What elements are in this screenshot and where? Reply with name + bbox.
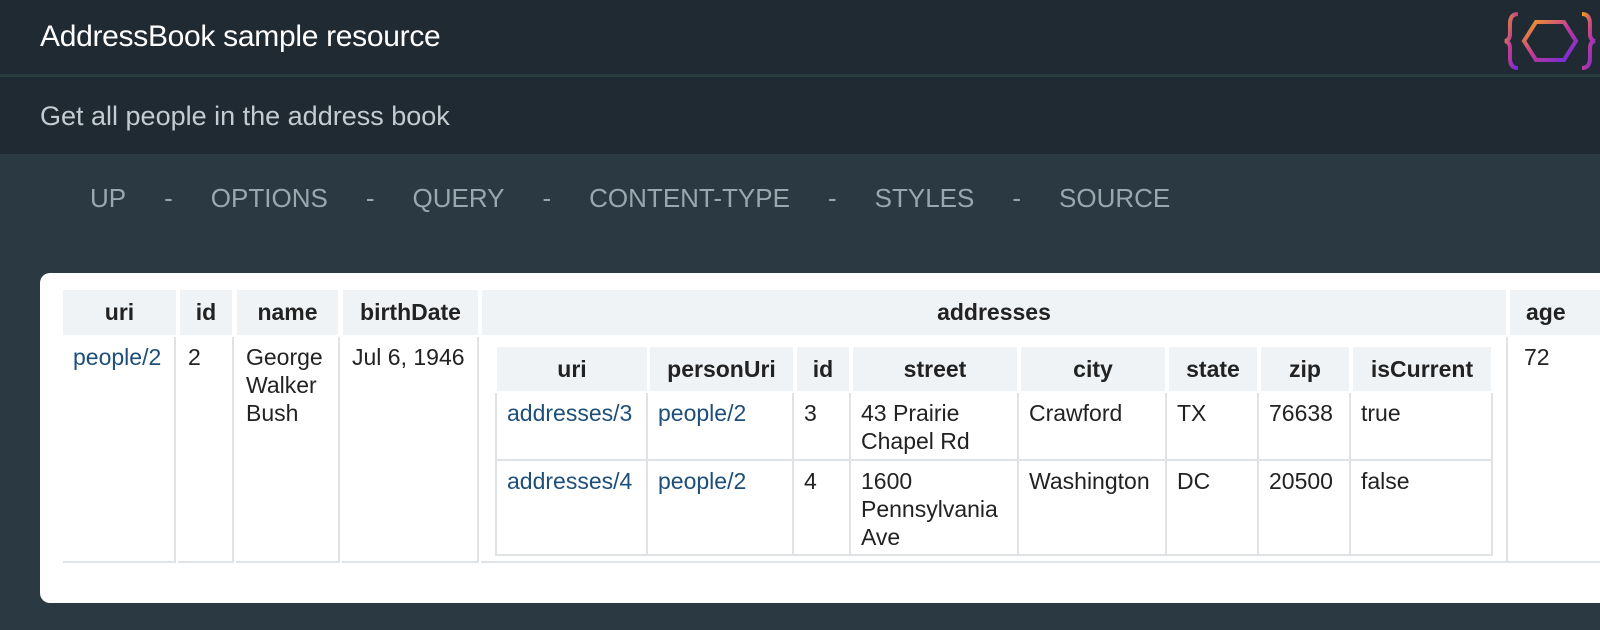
- column-header-age: age: [1510, 290, 1600, 335]
- address-city: Crawford: [1029, 400, 1123, 426]
- address-column-header-state: state: [1169, 347, 1257, 391]
- address-uri-link[interactable]: addresses/3: [507, 400, 632, 426]
- nav-separator: -: [542, 182, 552, 213]
- sub-header: Get all people in the address book: [0, 77, 1600, 154]
- address-city: Washington: [1029, 468, 1150, 494]
- address-id: 4: [804, 468, 817, 494]
- address-street: 1600 Pennsylvania Ave: [861, 468, 998, 550]
- nav-options-link[interactable]: OPTIONS: [211, 183, 328, 214]
- column-header-name: name: [237, 290, 338, 335]
- table-row-cell-age: 72: [1508, 337, 1600, 563]
- address-row-2-zip: 20500: [1259, 461, 1351, 556]
- address-row-2-id: 4: [794, 461, 851, 556]
- results-card: uri id name birthDate addresses age peop…: [40, 273, 1600, 603]
- address-row-1-city: Crawford: [1019, 393, 1167, 461]
- address-row-1-iscurrent: true: [1351, 393, 1493, 461]
- address-zip: 76638: [1269, 400, 1333, 426]
- nav-separator: -: [365, 182, 375, 213]
- column-header-uri: uri: [63, 290, 176, 335]
- person-id: 2: [188, 344, 201, 370]
- address-column-header-uri: uri: [497, 347, 647, 391]
- address-id: 3: [804, 400, 817, 426]
- column-header-id: id: [180, 290, 232, 335]
- address-row-2-state: DC: [1167, 461, 1259, 556]
- nav-separator: -: [164, 182, 173, 213]
- address-row-1-uri: addresses/3: [495, 393, 648, 461]
- address-column-header-street: street: [853, 347, 1017, 391]
- column-header-birthdate: birthDate: [343, 290, 478, 335]
- nav-source-link[interactable]: SOURCE: [1059, 183, 1170, 214]
- address-iscurrent: false: [1361, 468, 1410, 494]
- person-age: 72: [1524, 344, 1550, 370]
- address-row-1-personuri: people/2: [648, 393, 794, 461]
- address-row-1-zip: 76638: [1259, 393, 1351, 461]
- nav-styles-link[interactable]: STYLES: [875, 183, 975, 214]
- nav-content-type-link[interactable]: CONTENT-TYPE: [589, 183, 790, 214]
- address-uri-link[interactable]: addresses/4: [507, 468, 632, 494]
- address-column-header-city: city: [1021, 347, 1165, 391]
- nav-separator: -: [1012, 182, 1022, 213]
- address-column-header-personuri: personUri: [650, 347, 793, 391]
- page-description: Get all people in the address book: [40, 101, 450, 131]
- address-column-header-zip: zip: [1261, 347, 1349, 391]
- address-state: TX: [1177, 400, 1207, 426]
- person-uri-link[interactable]: people/2: [73, 344, 161, 370]
- address-row-2-iscurrent: false: [1351, 461, 1493, 556]
- address-row-1-state: TX: [1167, 393, 1259, 461]
- table-row-cell-uri: people/2: [63, 337, 176, 563]
- address-row-1-id: 3: [794, 393, 851, 461]
- top-bar: AddressBook sample resource: [0, 0, 1600, 77]
- address-row-2-uri: addresses/4: [495, 461, 648, 556]
- person-name: George Walker Bush: [246, 344, 323, 426]
- person-birthdate: Jul 6, 1946: [352, 344, 465, 370]
- address-row-1-street: 43 Prairie Chapel Rd: [851, 393, 1019, 461]
- table-row-cell-birthdate: Jul 6, 1946: [342, 337, 479, 563]
- nav-query-link[interactable]: QUERY: [412, 183, 504, 214]
- nav-separator: -: [827, 182, 837, 213]
- table-row-cell-id: 2: [178, 337, 234, 563]
- nav-bar: UP - OPTIONS - QUERY - CONTENT-TYPE - ST…: [90, 178, 1170, 218]
- table-row-cell-name: George Walker Bush: [236, 337, 340, 563]
- app-title: AddressBook sample resource: [40, 20, 441, 53]
- column-header-addresses: addresses: [482, 290, 1506, 335]
- address-iscurrent: true: [1361, 400, 1401, 426]
- address-state: DC: [1177, 468, 1211, 494]
- address-zip: 20500: [1269, 468, 1333, 494]
- nav-up-link[interactable]: UP: [90, 183, 126, 214]
- address-column-header-iscurrent: isCurrent: [1353, 347, 1491, 391]
- address-row-2-personuri: people/2: [648, 461, 794, 556]
- address-street: 43 Prairie Chapel Rd: [861, 400, 970, 454]
- address-column-header-id: id: [797, 347, 849, 391]
- address-person-uri-link[interactable]: people/2: [658, 468, 746, 494]
- address-row-2-street: 1600 Pennsylvania Ave: [851, 461, 1019, 556]
- logo-icon: [1504, 12, 1596, 70]
- address-person-uri-link[interactable]: people/2: [658, 400, 746, 426]
- address-row-2-city: Washington: [1019, 461, 1167, 556]
